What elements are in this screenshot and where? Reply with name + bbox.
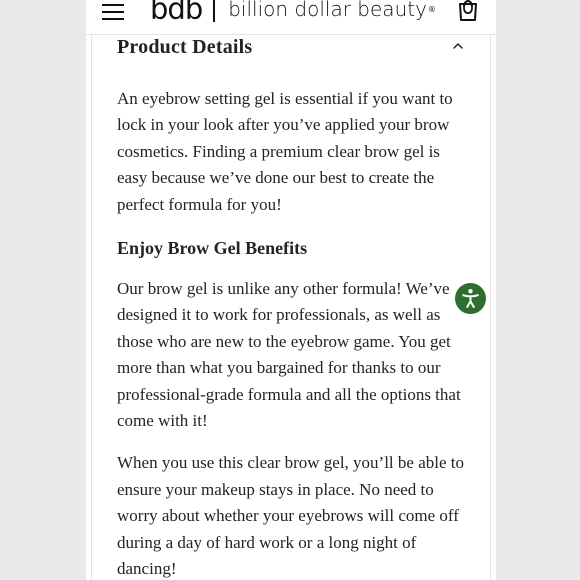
- site-header: bdb billion dollar beauty ®: [86, 0, 496, 35]
- brand-logo[interactable]: bdb billion dollar beauty ®: [150, 0, 436, 26]
- menu-icon[interactable]: [102, 2, 124, 20]
- chevron-up-icon[interactable]: [451, 39, 465, 53]
- menu-line: [102, 11, 124, 13]
- registered-mark: ®: [427, 4, 436, 14]
- logo-mark: bdb: [150, 0, 203, 26]
- shopping-bag-icon[interactable]: [455, 0, 481, 24]
- brand-name: billion dollar beauty: [228, 0, 427, 21]
- accessibility-icon[interactable]: [455, 283, 486, 314]
- description-paragraph: Our brow gel is unlike any other formula…: [117, 279, 461, 431]
- description-paragraph: When you use this clear brow gel, you’ll…: [117, 453, 464, 579]
- product-details-title[interactable]: Product Details: [117, 36, 252, 59]
- menu-line: [102, 4, 124, 6]
- benefits-heading: Enjoy Brow Gel Benefits: [117, 238, 308, 259]
- logo-divider: [213, 0, 216, 22]
- description-paragraph: An eyebrow setting gel is essential if y…: [117, 89, 453, 214]
- mobile-page: bdb billion dollar beauty ® Product Deta…: [86, 0, 496, 580]
- menu-line: [102, 18, 124, 20]
- product-description: An eyebrow setting gel is essential if y…: [117, 86, 467, 580]
- product-details-panel: Product Details An eyebrow setting gel i…: [91, 34, 491, 580]
